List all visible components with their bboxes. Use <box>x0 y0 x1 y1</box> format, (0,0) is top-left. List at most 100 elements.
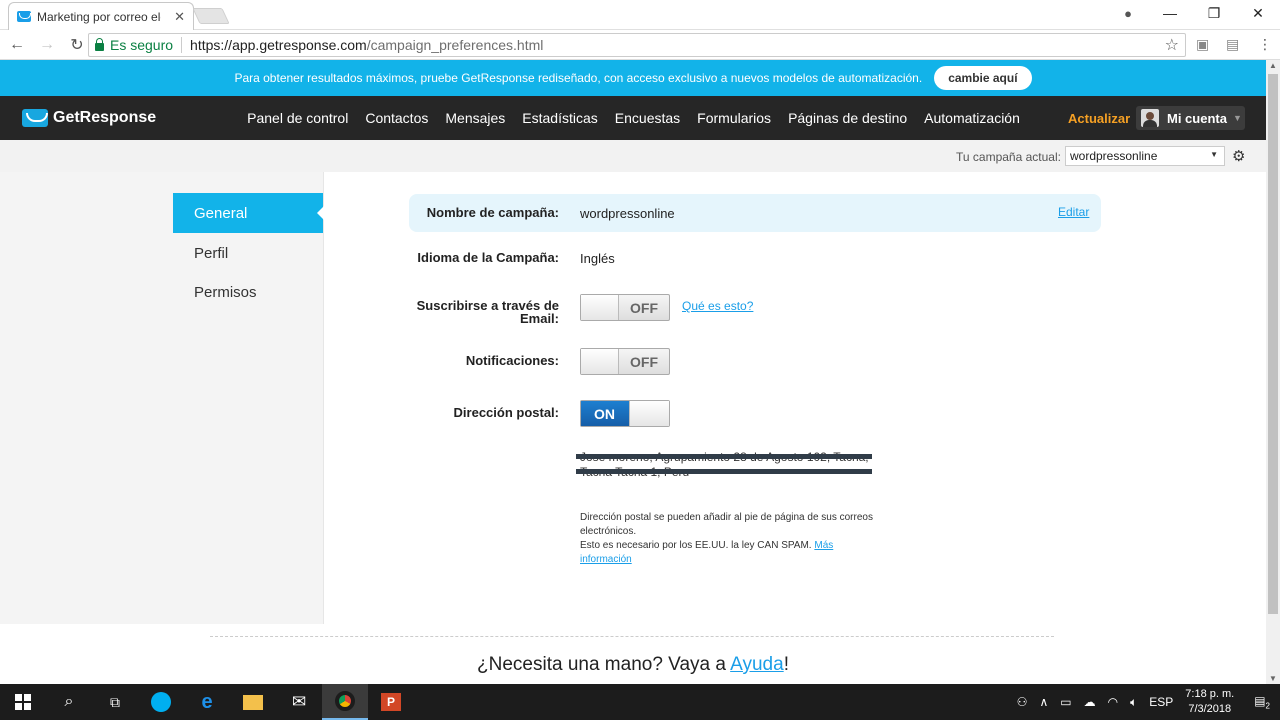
sidebar-item-permissions[interactable]: Permisos <box>173 272 323 312</box>
sidebar-item-general[interactable]: General <box>173 193 324 233</box>
toggle-knob <box>581 295 619 320</box>
powerpoint-icon[interactable]: P <box>368 684 414 720</box>
wifi-icon[interactable]: ◠ <box>1108 695 1118 709</box>
people-icon[interactable]: ⚇ <box>1017 695 1028 709</box>
clock[interactable]: 7:18 p. m. 7/3/2018 <box>1185 687 1234 717</box>
scroll-thumb[interactable] <box>1268 74 1278 614</box>
window-controls: ● — ❐ ✕ <box>1108 0 1280 26</box>
minimize-icon[interactable]: — <box>1148 5 1192 21</box>
browser-menu-icon[interactable]: ⋮ <box>1258 36 1272 53</box>
windows-taskbar: ⌕ ⧉ e ✉ P ⚇ ∧ ▭ ☁ ◠ 🔈︎ ESP 7:18 p. m. 7/… <box>0 684 1280 720</box>
start-button[interactable] <box>0 684 46 720</box>
campaign-bar: Tu campaña actual: wordpressonline ▼ ⚙ <box>0 140 1266 172</box>
close-window-icon[interactable]: ✕ <box>1236 5 1280 22</box>
reload-icon[interactable]: ↻ <box>64 35 90 55</box>
clock-date: 7/3/2018 <box>1188 703 1232 715</box>
new-tab-button[interactable] <box>192 8 230 24</box>
nav-item-landing-pages[interactable]: Páginas de destino <box>788 110 907 126</box>
subscribe-email-toggle[interactable]: OFF <box>580 294 670 321</box>
system-tray: ⚇ ∧ ▭ ☁ ◠ 🔈︎ ESP 7:18 p. m. 7/3/2018 ▤2 <box>1017 684 1280 720</box>
volume-icon[interactable]: 🔈︎ <box>1130 695 1137 710</box>
chevron-down-icon: ▼ <box>1232 113 1242 123</box>
sidebar-item-profile[interactable]: Perfil <box>173 233 323 273</box>
nav-item-messages[interactable]: Mensajes <box>445 110 505 126</box>
postal-address-block: Jose moreno, Agrupamiento 28 de Agosto 1… <box>576 448 878 479</box>
toggle-knob <box>581 349 619 374</box>
campaign-select[interactable]: wordpressonline ▼ <box>1065 146 1225 166</box>
banner-text: Para obtener resultados máximos, pruebe … <box>234 71 923 85</box>
postal-address-toggle[interactable]: ON <box>580 400 670 427</box>
file-explorer-icon[interactable] <box>230 684 276 720</box>
nav-item-surveys[interactable]: Encuestas <box>615 110 680 126</box>
profile-icon[interactable]: ● <box>1108 6 1148 21</box>
campaign-select-value: wordpressonline <box>1070 149 1158 163</box>
url-path: /campaign_preferences.html <box>366 37 544 53</box>
getresponse-logo[interactable]: GetResponse <box>22 109 156 127</box>
battery-icon[interactable]: ▭ <box>1060 695 1071 709</box>
browser-toolbar: ← → ↻ Es seguro https://app.getresponse.… <box>0 30 1280 60</box>
upgrade-link[interactable]: Actualizar <box>1068 111 1130 126</box>
nav-item-automation[interactable]: Automatización <box>924 110 1020 126</box>
chrome-icon[interactable] <box>322 684 368 720</box>
task-view-icon[interactable]: ⧉ <box>92 684 138 720</box>
skype-icon[interactable] <box>138 684 184 720</box>
getresponse-favicon-icon <box>17 11 31 22</box>
windows-logo-icon <box>15 694 31 710</box>
toggle-state: OFF <box>630 300 658 316</box>
clock-time: 7:18 p. m. <box>1185 688 1235 700</box>
nav-item-forms[interactable]: Formularios <box>697 110 771 126</box>
lock-icon <box>95 38 104 51</box>
address-bar[interactable]: Es seguro https://app.getresponse.com/ca… <box>88 33 1186 57</box>
back-arrow-icon[interactable]: ← <box>4 36 30 54</box>
toggle-state: OFF <box>630 354 658 370</box>
campaign-name-value: wordpressonline <box>580 206 675 221</box>
avatar <box>1141 109 1159 127</box>
main-navigation: GetResponse Panel de control Contactos M… <box>0 96 1266 140</box>
scroll-up-icon[interactable]: ▲ <box>1269 61 1277 70</box>
extension-camera-icon[interactable]: ▣ <box>1196 36 1209 53</box>
nav-item-contacts[interactable]: Contactos <box>365 110 428 126</box>
notifications-icon[interactable]: ▤2 <box>1254 694 1270 710</box>
tab-close-icon[interactable]: ✕ <box>174 9 185 25</box>
select-caret-icon: ▼ <box>1210 150 1218 159</box>
help-link[interactable]: Ayuda <box>730 654 784 675</box>
extension-pdf-icon[interactable]: ▤ <box>1226 36 1239 53</box>
nav-item-dashboard[interactable]: Panel de control <box>247 110 348 126</box>
notifications-toggle[interactable]: OFF <box>580 348 670 375</box>
postal-address-label: Dirección postal: <box>453 405 559 420</box>
main-menu: Panel de control Contactos Mensajes Esta… <box>247 110 1037 126</box>
scroll-down-icon[interactable]: ▼ <box>1269 674 1277 683</box>
account-menu-button[interactable]: Mi cuenta ▼ <box>1136 106 1245 130</box>
nav-item-statistics[interactable]: Estadísticas <box>522 110 597 126</box>
help-prompt: ¿Necesita una mano? Vaya a Ayuda! <box>0 654 1266 676</box>
note-line-2: Esto es necesario por los EE.UU. la ley … <box>580 540 812 551</box>
forward-arrow-icon[interactable]: → <box>34 36 60 54</box>
mail-icon[interactable]: ✉ <box>276 684 322 720</box>
page-scrollbar[interactable]: ▲ ▼ <box>1266 60 1280 684</box>
whats-this-link[interactable]: Qué es esto? <box>682 299 753 313</box>
notifications-label: Notificaciones: <box>465 353 559 368</box>
language-indicator[interactable]: ESP <box>1149 695 1173 709</box>
bookmark-star-icon[interactable]: ☆ <box>1165 35 1179 55</box>
envelope-logo-icon <box>22 109 48 127</box>
toggle-knob <box>629 401 669 426</box>
toggle-state: ON <box>594 406 615 422</box>
restore-icon[interactable]: ❐ <box>1192 5 1236 22</box>
search-icon[interactable]: ⌕ <box>46 684 92 720</box>
language-value: Inglés <box>580 251 615 266</box>
banner-change-button[interactable]: cambie aquí <box>934 66 1032 90</box>
omnibox-divider <box>181 37 183 53</box>
edge-icon[interactable]: e <box>184 684 230 720</box>
browser-tab[interactable]: Marketing por correo ele ✕ <box>8 2 194 30</box>
redaction-bar <box>576 454 872 459</box>
browser-tabstrip: Marketing por correo ele ✕ ● — ❐ ✕ <box>0 0 1280 30</box>
edit-campaign-link[interactable]: Editar <box>1058 205 1089 219</box>
language-label: Idioma de la Campaña: <box>417 250 559 265</box>
url-host: https://app.getresponse.com <box>190 37 367 53</box>
secure-label: Es seguro <box>110 37 174 53</box>
onedrive-icon[interactable]: ☁ <box>1084 695 1096 709</box>
notification-count: 2 <box>1265 701 1270 711</box>
chevron-up-icon[interactable]: ∧ <box>1039 695 1048 709</box>
tab-title: Marketing por correo ele <box>37 9 161 24</box>
gear-icon[interactable]: ⚙ <box>1232 147 1245 165</box>
